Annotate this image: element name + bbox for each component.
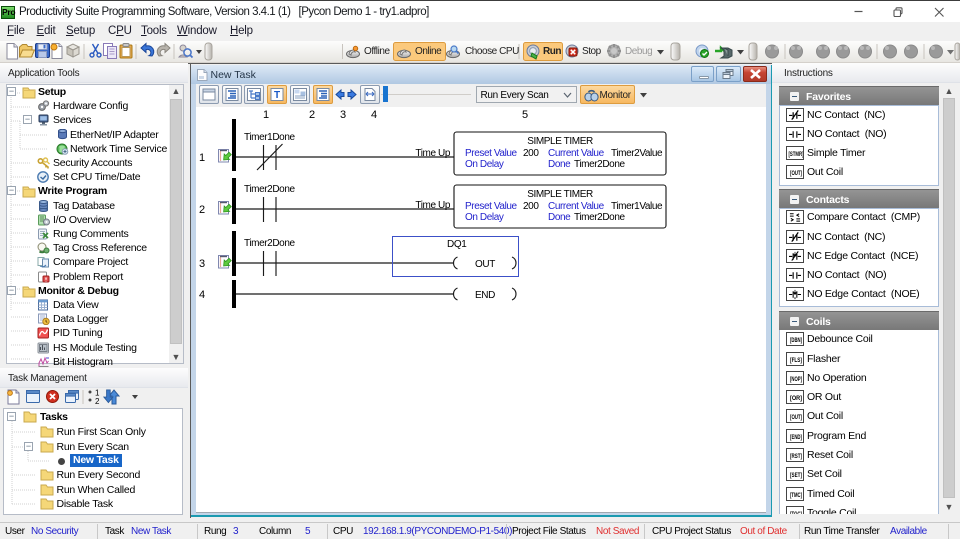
svg-text:Done: Done bbox=[548, 159, 571, 170]
svg-text:1: 1 bbox=[199, 152, 205, 164]
svg-text:DQ1: DQ1 bbox=[447, 239, 467, 250]
svg-text:END: END bbox=[475, 290, 495, 301]
svg-text:Time Up: Time Up bbox=[415, 200, 450, 211]
svg-text:Timer1Done: Timer1Done bbox=[244, 132, 295, 143]
svg-text:SIMPLE TIMER: SIMPLE TIMER bbox=[527, 136, 593, 147]
svg-text:SIMPLE TIMER: SIMPLE TIMER bbox=[527, 189, 593, 200]
svg-text:[RST]: [RST] bbox=[790, 453, 802, 460]
svg-text:Timer2Done: Timer2Done bbox=[574, 159, 625, 170]
svg-text:T: T bbox=[273, 90, 279, 101]
svg-text:[STMR]: [STMR] bbox=[789, 151, 804, 158]
svg-text:[NOP]: [NOP] bbox=[790, 376, 802, 383]
svg-text:Timer2Done: Timer2Done bbox=[244, 238, 295, 249]
svg-text:[SET]: [SET] bbox=[790, 472, 802, 479]
svg-text:200: 200 bbox=[523, 201, 539, 212]
svg-text:Done: Done bbox=[548, 212, 571, 223]
svg-text:[DBN]: [DBN] bbox=[790, 337, 802, 344]
svg-text:Timer2Done: Timer2Done bbox=[244, 184, 295, 195]
svg-text:[OUT]: [OUT] bbox=[790, 414, 802, 421]
svg-text:Current Value: Current Value bbox=[548, 148, 605, 159]
svg-text:3: 3 bbox=[199, 258, 205, 270]
svg-text:OUT: OUT bbox=[475, 259, 495, 270]
svg-text:[END]: [END] bbox=[790, 434, 802, 441]
svg-text:On Delay: On Delay bbox=[465, 212, 504, 223]
svg-text:Time Up: Time Up bbox=[415, 148, 450, 159]
svg-text:On Delay: On Delay bbox=[465, 159, 504, 170]
svg-text:Preset Value: Preset Value bbox=[465, 148, 518, 159]
svg-text:2: 2 bbox=[95, 397, 100, 406]
svg-text:Timer1Value: Timer1Value bbox=[611, 201, 663, 212]
svg-text:4: 4 bbox=[199, 289, 205, 301]
svg-text:[TMC]: [TMC] bbox=[790, 492, 802, 499]
svg-text:200: 200 bbox=[523, 148, 539, 159]
svg-text:2: 2 bbox=[199, 204, 205, 216]
svg-text:[OR]: [OR] bbox=[790, 395, 802, 402]
svg-text:Current Value: Current Value bbox=[548, 201, 605, 212]
svg-text:[TGC]: [TGC] bbox=[790, 511, 802, 514]
svg-text:[FLS]: [FLS] bbox=[790, 357, 802, 364]
svg-text:[OUT]: [OUT] bbox=[790, 170, 802, 177]
svg-text:Timer2Done: Timer2Done bbox=[574, 212, 625, 223]
svg-text:Timer2Value: Timer2Value bbox=[611, 148, 663, 159]
svg-text:Preset Value: Preset Value bbox=[465, 201, 518, 212]
